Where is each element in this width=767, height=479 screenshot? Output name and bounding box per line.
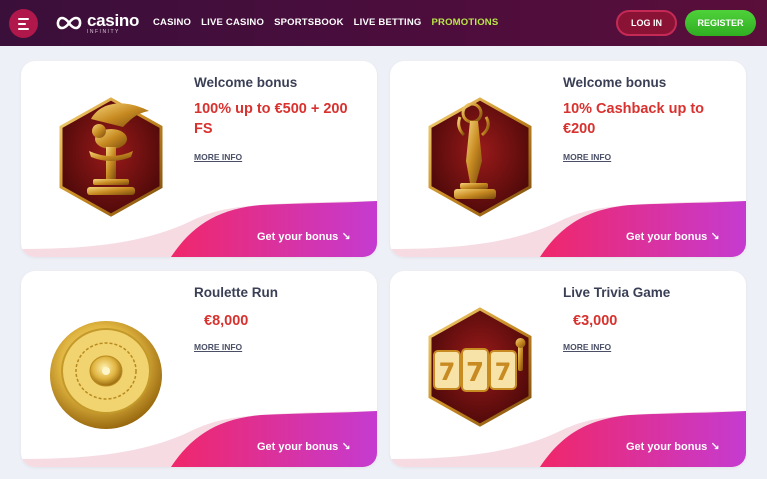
hamburger-menu-icon[interactable] bbox=[9, 9, 38, 38]
nav-casino[interactable]: CASINO bbox=[153, 17, 191, 28]
logo-subtitle: INFINITY bbox=[87, 28, 120, 35]
nav-live-casino[interactable]: LIVE CASINO bbox=[201, 17, 264, 28]
promo-offer: €8,000 bbox=[204, 313, 249, 329]
promo-card: Roulette Run €8,000 MORE INFO Get your b… bbox=[21, 271, 377, 467]
cta-wave-shape bbox=[390, 201, 746, 257]
promo-title: Welcome bonus bbox=[194, 75, 298, 90]
cta-wave-shape bbox=[390, 411, 746, 467]
cta-wave-shape bbox=[21, 201, 377, 257]
logo-word: casino bbox=[87, 10, 140, 30]
promo-offer: 100% up to €500 + 200 FS bbox=[194, 101, 348, 137]
logo[interactable]: casino INFINITY bbox=[54, 11, 139, 35]
infinity-logo-icon bbox=[56, 16, 82, 30]
promo-offer: €3,000 bbox=[573, 313, 618, 329]
main-nav: CASINO LIVE CASINO SPORTSBOOK LIVE BETTI… bbox=[153, 17, 498, 28]
svg-text:7: 7 bbox=[495, 358, 512, 386]
svg-text:7: 7 bbox=[439, 358, 456, 386]
more-info-link[interactable]: MORE INFO bbox=[194, 342, 242, 352]
svg-text:7: 7 bbox=[466, 358, 484, 388]
login-button[interactable]: LOG IN bbox=[616, 10, 677, 36]
get-bonus-button[interactable]: Get your bonus ↘ bbox=[257, 440, 351, 453]
top-header: casino INFINITY CASINO LIVE CASINO SPORT… bbox=[0, 0, 767, 46]
nav-sportsbook[interactable]: SPORTSBOOK bbox=[274, 17, 344, 28]
more-info-link[interactable]: MORE INFO bbox=[563, 342, 611, 352]
more-info-link[interactable]: MORE INFO bbox=[194, 152, 242, 162]
get-bonus-button[interactable]: Get your bonus ↘ bbox=[626, 440, 720, 453]
promo-card: 7 7 7 Live Trivia Game €3,000 MORE INFO … bbox=[390, 271, 746, 467]
promo-card: Welcome bonus 100% up to €500 + 200 FS M… bbox=[21, 61, 377, 257]
nav-promotions[interactable]: PROMOTIONS bbox=[431, 17, 498, 28]
get-bonus-button[interactable]: Get your bonus ↘ bbox=[257, 230, 351, 243]
cta-wave-shape bbox=[21, 411, 377, 467]
more-info-link[interactable]: MORE INFO bbox=[563, 152, 611, 162]
promo-title: Welcome bonus bbox=[563, 75, 667, 90]
promo-title: Roulette Run bbox=[194, 285, 278, 300]
register-button[interactable]: REGISTER bbox=[685, 10, 756, 36]
promo-title: Live Trivia Game bbox=[563, 285, 671, 300]
promo-offer: 10% Cashback up to €200 bbox=[563, 101, 705, 137]
promo-card: Welcome bonus 10% Cashback up to €200 MO… bbox=[390, 61, 746, 257]
get-bonus-button[interactable]: Get your bonus ↘ bbox=[626, 230, 720, 243]
nav-live-betting[interactable]: LIVE BETTING bbox=[354, 17, 422, 28]
